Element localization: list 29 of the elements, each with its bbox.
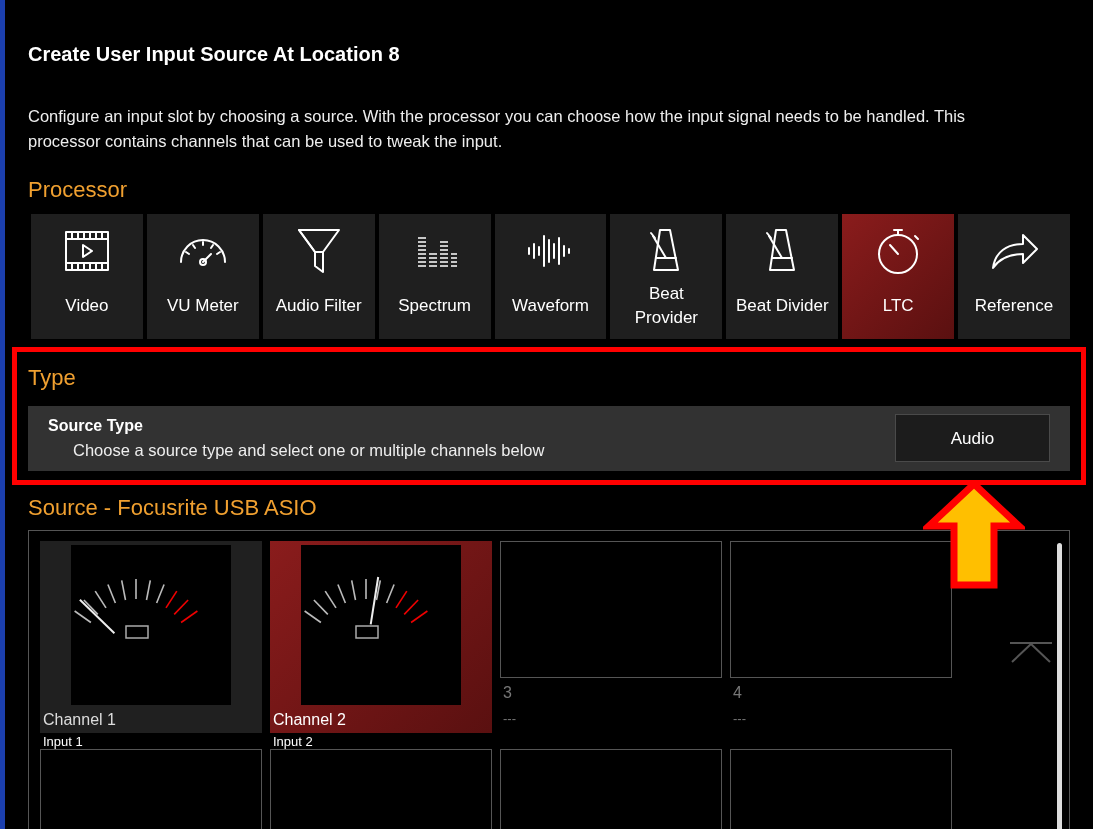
slot-name: Channel 2 (273, 709, 347, 730)
processor-tile[interactable]: Video (31, 214, 143, 339)
empty-slot[interactable] (500, 540, 722, 678)
slot-detail: Input 1 (43, 732, 84, 751)
slot-name: 4 (732, 682, 743, 703)
processor-tile[interactable]: LTC (842, 214, 955, 339)
slot-name: Channel 1 (43, 709, 117, 730)
setting-title: Source Type (48, 416, 144, 436)
scrollbar-thumb[interactable] (1057, 542, 1062, 829)
processor-tile[interactable]: VU Meter (146, 214, 259, 339)
processor-tile[interactable]: Reference (958, 214, 1070, 339)
slot-name: 3 (502, 682, 513, 703)
slot-detail: --- (732, 709, 747, 728)
empty-slot[interactable] (730, 540, 952, 678)
processor-tile[interactable]: Waveform (494, 214, 607, 339)
slot-detail: Input 2 (273, 732, 314, 751)
processor-tile[interactable]: Beat Provider (610, 214, 723, 339)
description-text: Configure an input slot by choosing a source. With the processor you can choose how the input signal needs to be handled. This processor contains channels that can be used to tweak the input. (28, 106, 967, 152)
section-heading: Processor (28, 176, 129, 204)
processor-tile[interactable]: Beat Divider (726, 214, 839, 339)
section-heading: Source - Focusrite USB ASIO (28, 493, 318, 522)
processor-tile[interactable]: Spectrum (378, 214, 491, 339)
slot-detail: --- (502, 709, 517, 728)
setting-hint: Choose a source type and select one or multiple channels below (72, 440, 545, 461)
section-heading: Type (28, 364, 77, 392)
scroll-to-top-icon[interactable] (1008, 640, 1054, 665)
processor-tile[interactable]: Audio Filter (262, 214, 375, 339)
dialog-title: Create User Input Source At Location 8 (28, 42, 401, 66)
source-type-button[interactable]: Audio (895, 414, 1050, 463)
